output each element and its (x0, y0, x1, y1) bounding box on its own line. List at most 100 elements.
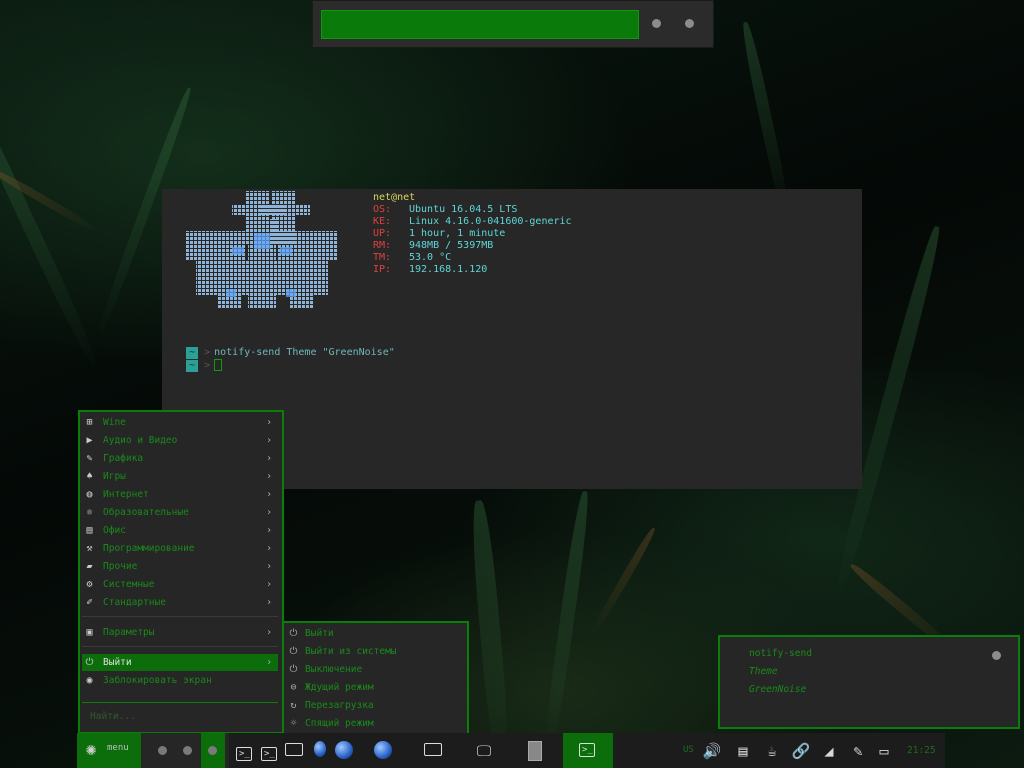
menu-item-settings[interactable]: ▣ Параметры › (82, 624, 278, 641)
terminal-launcher[interactable]: >_ (234, 741, 254, 761)
globe-icon (314, 741, 326, 757)
menu-item-lock-screen[interactable]: ◉ Заблокировать экран (82, 672, 278, 689)
menu-item-accessories[interactable]: ✐ Стандартные › (82, 594, 278, 611)
palette-icon: ✎ (86, 453, 93, 464)
menu-button[interactable]: ✺ menu (77, 733, 141, 768)
close-button[interactable] (685, 19, 694, 28)
terminal-icon: >_ (261, 747, 277, 761)
application-menu: ⊞ Wine › ▶ Аудио и Видео › ✎ Графика › ♠ Игры › … (78, 410, 284, 734)
workspace-3[interactable] (208, 746, 217, 755)
link-icon[interactable]: 🔗 (791, 741, 811, 761)
task-files[interactable] (423, 741, 443, 761)
chevron-right-icon: › (266, 627, 272, 638)
menu-item-graphics[interactable]: ✎ Графика › (82, 450, 278, 467)
task-browser[interactable] (373, 741, 393, 761)
chevron-right-icon: › (266, 561, 272, 572)
keyboard-layout[interactable]: US (683, 745, 694, 755)
background-grass (468, 499, 512, 761)
background-grass (590, 526, 658, 634)
hibernate-icon: ☼ (290, 718, 297, 729)
chevron-right-icon: › (266, 471, 272, 482)
clock[interactable]: 21:25 (907, 745, 936, 756)
suspend-icon: ⊖ (290, 682, 297, 693)
notification-popup[interactable]: notify-send Theme GreenNoise (718, 635, 1020, 729)
play-icon: ▶ (86, 435, 93, 446)
submenu-item-reboot[interactable]: ↻ Перезагрузка (286, 697, 464, 715)
distro-logo (186, 191, 338, 309)
menu-item-system[interactable]: ⚙ Системные › (82, 576, 278, 593)
files-launcher[interactable] (284, 741, 304, 761)
chevron-right-icon: › (266, 417, 272, 428)
chevron-right-icon: › (266, 489, 272, 500)
submenu-item-exit[interactable]: ⏻ Выйти (286, 625, 464, 643)
lock-icon: ◉ (86, 675, 93, 686)
chevron-right-icon: › (266, 525, 272, 536)
task-system-monitor[interactable]: 🖵 (474, 741, 494, 761)
info-os: OS: Ubuntu 16.04.5 LTS (373, 204, 518, 215)
atom-icon: ⚛ (86, 507, 93, 518)
info-ram: RM: 948MB / 5397MB (373, 240, 494, 251)
current-prompt[interactable]: ~ > (162, 347, 223, 384)
info-uptime: UP: 1 hour, 1 minute (373, 228, 506, 239)
menu-item-logout[interactable]: ⏻ Выйти › (82, 654, 278, 671)
chevron-right-icon: › (266, 579, 272, 590)
menu-item-wine[interactable]: ⊞ Wine › (82, 414, 278, 431)
system-tray (622, 733, 945, 768)
terminal-icon: >_ (579, 743, 595, 757)
chat-icon[interactable]: ▭ (874, 741, 894, 761)
gear-icon: ⚙ (86, 579, 93, 590)
battery-icon (528, 741, 542, 761)
chevron-right-icon: › (266, 657, 272, 668)
info-ip: IP: 192.168.1.120 (373, 264, 488, 275)
menu-item-internet[interactable]: ◍ Интернет › (82, 486, 278, 503)
submenu-item-suspend[interactable]: ⊖ Ждущий режим (286, 679, 464, 697)
volume-icon[interactable]: 🔊 (702, 741, 722, 761)
menu-divider (82, 616, 278, 617)
chevron-right-icon: › (266, 507, 272, 518)
notification-body: GreenNoise (749, 684, 807, 695)
top-notification-bar (312, 0, 714, 48)
menu-divider (82, 646, 278, 647)
monitor-icon: 🖵 (476, 742, 492, 760)
coffee-icon[interactable]: ☕ (762, 741, 782, 761)
signal-icon[interactable]: ◢ (819, 741, 839, 761)
chevron-right-icon: › (266, 597, 272, 608)
minimize-button[interactable] (652, 19, 661, 28)
command-text: notify-send Theme "GreenNoise" (214, 347, 395, 358)
logout-submenu: ⏻ Выйти ⏻ Выйти из системы ⏻ Выключение ⊖ Жд… (282, 621, 469, 735)
sd-card-icon[interactable]: ▤ (733, 741, 753, 761)
hammer-icon: ⚒ (86, 543, 93, 554)
power-icon: ⏻ (85, 657, 94, 668)
folder-icon (285, 743, 303, 756)
workspace-1[interactable] (158, 746, 167, 755)
submenu-item-logout[interactable]: ⏻ Выйти из системы (286, 643, 464, 661)
terminal-launcher-2[interactable]: >_ (259, 741, 279, 761)
workspace-2[interactable] (183, 746, 192, 755)
menu-item-programming[interactable]: ⚒ Программирование › (82, 540, 278, 557)
chevron-right-icon: › (266, 435, 272, 446)
search-input[interactable] (88, 708, 272, 724)
progress-bar (321, 10, 639, 39)
prompt-arrow: > (204, 360, 211, 371)
sun-icon: ✺ (85, 739, 97, 760)
bag-icon: ▰ (86, 561, 93, 572)
menu-item-office[interactable]: ▤ Офис › (82, 522, 278, 539)
menu-item-audio-video[interactable]: ▶ Аудио и Видео › (82, 432, 278, 449)
submenu-item-hibernate[interactable]: ☼ Спящий режим (286, 715, 464, 733)
cards-icon: ♠ (86, 471, 93, 482)
info-kernel: KE: Linux 4.16.0-041600-generic (373, 216, 572, 227)
notification-close-button[interactable] (992, 651, 1001, 660)
menu-item-games[interactable]: ♠ Игры › (82, 468, 278, 485)
pen-icon: ✐ (86, 597, 93, 608)
edit-icon[interactable]: ✎ (848, 741, 868, 761)
submenu-item-shutdown[interactable]: ⏻ Выключение (286, 661, 464, 679)
task-sensor[interactable] (525, 741, 545, 761)
menu-item-other[interactable]: ▰ Прочие › (82, 558, 278, 575)
user-host: net@net (373, 192, 416, 203)
globe-icon: ◍ (86, 489, 93, 500)
browser-launcher[interactable] (310, 741, 330, 761)
menu-item-education[interactable]: ⚛ Образовательные › (82, 504, 278, 521)
browser-launcher-2[interactable] (334, 741, 354, 761)
task-terminal-active[interactable]: >_ (563, 733, 613, 768)
prompt-dir: ~ (186, 360, 199, 372)
